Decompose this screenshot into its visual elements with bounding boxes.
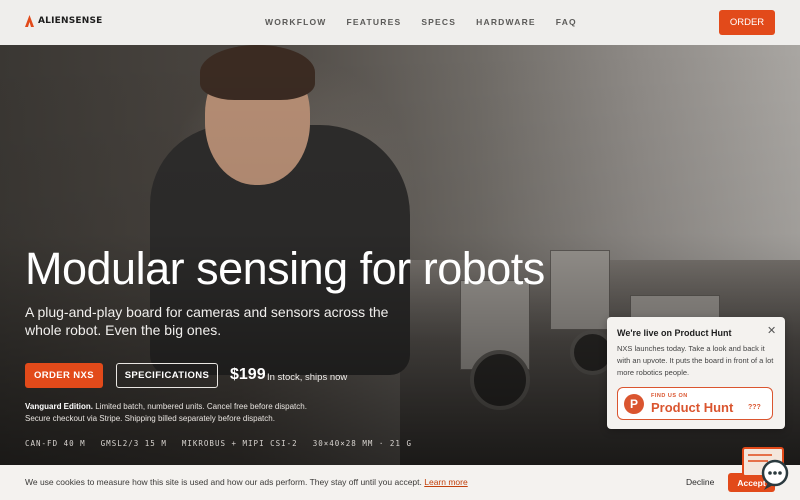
edition-name: Vanguard Edition. bbox=[25, 402, 94, 411]
edition-line-1: Limited batch, numbered units. Cancel fr… bbox=[93, 402, 307, 411]
badge-caption: FIND US ON bbox=[651, 393, 688, 399]
price: $199 bbox=[230, 366, 266, 383]
nav-links: WORKFLOW FEATURES SPECS HARDWARE FAQ bbox=[265, 17, 577, 27]
aliensense-logo-icon bbox=[25, 15, 34, 27]
popup-body: NXS launches today. Take a look and back… bbox=[617, 344, 774, 377]
stock-status: In stock, ships now bbox=[267, 372, 348, 383]
chat-support-icon[interactable] bbox=[742, 445, 790, 491]
edition-note: Vanguard Edition. Limited batch, numbere… bbox=[25, 401, 307, 425]
badge-name: Product Hunt bbox=[651, 400, 734, 415]
learn-more-link[interactable]: Learn more bbox=[424, 477, 467, 487]
popup-title: We're live on Product Hunt bbox=[617, 328, 732, 338]
cookie-message: We use cookies to measure how this site … bbox=[25, 477, 422, 487]
decline-button[interactable]: Decline bbox=[686, 477, 714, 487]
product-hunt-popup: We're live on Product Hunt ✕ NXS launche… bbox=[607, 317, 785, 429]
cookie-banner: We use cookies to measure how this site … bbox=[0, 465, 800, 500]
hero-title: Modular sensing for robots bbox=[25, 243, 545, 294]
hero-subtitle: A plug-and-play board for cameras and se… bbox=[25, 304, 389, 338]
nav-link-faq[interactable]: FAQ bbox=[556, 17, 577, 27]
spec-item: GMSL2/3 15 M bbox=[100, 439, 167, 448]
cookie-text: We use cookies to measure how this site … bbox=[25, 477, 468, 487]
brand-name: ALIENSENSE bbox=[38, 16, 103, 26]
badge-count: ??? bbox=[748, 404, 761, 411]
product-hunt-icon: P bbox=[624, 394, 644, 414]
spec-item: MIKROBUS + MIPI CSI-2 bbox=[181, 439, 298, 448]
edition-line-2: Secure checkout via Stripe. Shipping bil… bbox=[25, 414, 275, 423]
close-icon[interactable]: ✕ bbox=[767, 324, 776, 337]
order-nxs-button[interactable]: ORDER NXS bbox=[25, 363, 103, 388]
nav-order-button[interactable]: ORDER bbox=[719, 10, 775, 35]
spec-item: 30×40×28 MM · 21 G bbox=[312, 439, 412, 448]
nav-link-specs[interactable]: SPECS bbox=[421, 17, 456, 27]
top-nav: ALIENSENSE WORKFLOW FEATURES SPECS HARDW… bbox=[0, 0, 800, 45]
spec-list: CAN-FD 40 M GMSL2/3 15 M MIKROBUS + MIPI… bbox=[25, 439, 412, 448]
spec-item: CAN-FD 40 M bbox=[25, 439, 86, 448]
specifications-button[interactable]: SPECIFICATIONS bbox=[116, 363, 218, 388]
product-hunt-badge[interactable]: P FIND US ON Product Hunt ??? bbox=[617, 387, 773, 420]
nav-link-hardware[interactable]: HARDWARE bbox=[476, 17, 536, 27]
nav-link-features[interactable]: FEATURES bbox=[347, 17, 402, 27]
nav-link-workflow[interactable]: WORKFLOW bbox=[265, 17, 327, 27]
brand-logo[interactable]: ALIENSENSE bbox=[25, 15, 103, 27]
